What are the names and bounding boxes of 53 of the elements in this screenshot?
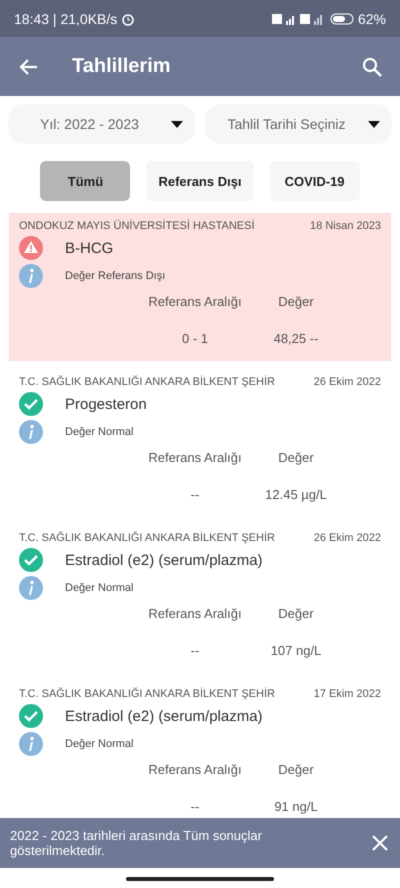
alarm-icon xyxy=(121,12,136,26)
result-status: Değer Normal xyxy=(65,582,134,594)
close-icon[interactable] xyxy=(372,835,388,851)
status-time: 18:43 | 21,0KB/s xyxy=(14,10,118,26)
test-name: Estradiol (e2) (serum/plazma) xyxy=(65,708,263,724)
test-name: B-HCG xyxy=(65,240,114,256)
info-icon[interactable] xyxy=(19,420,43,444)
snackbar-message: 2022 - 2023 tarihleri arasında Tüm sonuçlar gösterilmektedir. xyxy=(10,828,263,858)
result-value: 12.45 µg/L xyxy=(264,487,328,502)
column-header: Referans Aralığı xyxy=(147,294,243,309)
screen-title: Tahlillerim xyxy=(72,55,172,78)
info-icon[interactable] xyxy=(19,576,43,600)
hospital-name: ONDOKUZ MAYIS ÜNİVERSİTESİ HASTANESİ xyxy=(19,220,255,232)
result-value: 91 ng/L xyxy=(273,799,319,814)
dropdown[interactable]: Tahlil Tarihi Seçiniz xyxy=(205,104,392,144)
column-header: Referans Aralığı xyxy=(147,606,243,621)
result-value: 48,25 -- xyxy=(272,331,320,346)
result-value: 107 ng/L xyxy=(270,643,322,658)
result-date: 17 Ekim 2022 xyxy=(314,688,381,700)
back-icon[interactable] xyxy=(18,58,38,76)
result-status: Değer Referans Dışı xyxy=(65,270,166,282)
column-header: Değer xyxy=(277,294,315,309)
result-card[interactable]: ONDOKUZ MAYIS ÜNİVERSİTESİ HASTANESİ 18 Nisan 2023 B-HCG Değer Referans Dışı Referans Aralığı Değer 0 - 1 48,25 -- xyxy=(9,213,391,361)
reference-range: -- xyxy=(190,799,200,814)
reference-range: -- xyxy=(190,643,200,658)
reference-range: 0 - 1 xyxy=(180,331,209,346)
result-date: 26 Ekim 2022 xyxy=(314,532,381,544)
test-name: Progesteron xyxy=(65,396,147,412)
caret-icon xyxy=(171,120,183,128)
hospital-name: T.C. SAĞLIK BAKANLIĞI ANKARA BİLKENT ŞEHİR xyxy=(19,688,275,700)
caret-icon xyxy=(368,120,380,128)
hospital-name: T.C. SAĞLIK BAKANLIĞI ANKARA BİLKENT ŞEHİR xyxy=(19,532,275,544)
column-header: Değer xyxy=(277,762,315,777)
info-icon[interactable] xyxy=(19,732,43,756)
column-header: Değer xyxy=(277,450,315,465)
column-header: Referans Aralığı xyxy=(147,762,243,777)
battery-icon xyxy=(330,12,354,24)
hospital-name: T.C. SAĞLIK BAKANLIĞI ANKARA BİLKENT ŞEHİR xyxy=(19,376,275,388)
result-date: 26 Ekim 2022 xyxy=(314,376,381,388)
battery-level: 62% xyxy=(358,10,386,26)
filter-tab[interactable]: Tümü xyxy=(40,161,130,201)
result-status: Değer Normal xyxy=(65,426,134,438)
result-status: Değer Normal xyxy=(65,738,134,750)
test-name: Estradiol (e2) (serum/plazma) xyxy=(65,552,263,568)
reference-range: -- xyxy=(190,487,200,502)
filter-tab[interactable]: Referans Dışı xyxy=(146,161,254,201)
info-icon[interactable] xyxy=(19,264,43,288)
column-header: Referans Aralığı xyxy=(147,450,243,465)
dropdown[interactable]: Yıl: 2022 - 2023 xyxy=(8,104,195,144)
column-header: Değer xyxy=(277,606,315,621)
result-date: 18 Nisan 2023 xyxy=(310,220,381,232)
filter-tab[interactable]: COVID-19 xyxy=(270,161,360,201)
search-icon[interactable] xyxy=(362,56,382,76)
